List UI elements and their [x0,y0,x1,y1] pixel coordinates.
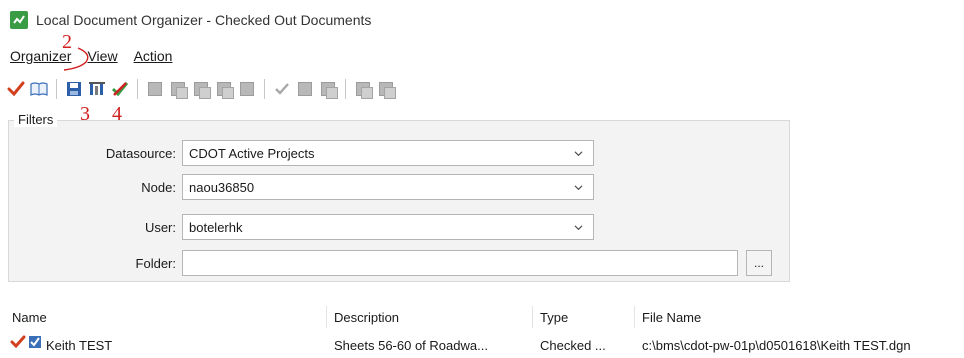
window-title: Local Document Organizer - Checked Out D… [36,12,372,28]
document-icon[interactable] [295,79,315,99]
datasource-row: Datasource: CDOT Active Projects [104,140,594,166]
user-row: User: botelerhk [104,214,594,240]
user-select[interactable]: botelerhk [182,214,594,240]
check-icon[interactable] [6,79,26,99]
row-description: Sheets 56-60 of Roadwa... [334,338,488,353]
folder-field[interactable] [182,250,738,276]
table-row[interactable]: Keith TEST Sheets 56-60 of Roadwa... Che… [0,334,964,356]
toolbar-separator [345,79,346,99]
node-row: Node: naou36850 [104,174,594,200]
browse-button[interactable]: ... [746,250,772,276]
properties-icon[interactable] [87,79,107,99]
column-divider[interactable] [532,306,533,328]
menu-action[interactable]: Action [134,48,173,70]
document-icon[interactable] [168,79,188,99]
document-icon[interactable] [145,79,165,99]
datasource-value: CDOT Active Projects [189,145,315,161]
title-bar: Local Document Organizer - Checked Out D… [0,0,964,40]
annotation-hook [63,47,89,71]
node-label: Node: [141,179,176,195]
check-disabled-icon[interactable] [272,79,292,99]
node-select[interactable]: naou36850 [182,174,594,200]
filters-label: Filters [14,112,58,127]
copy-document-icon[interactable] [191,79,211,99]
app-icon [10,11,28,29]
toolbar [6,76,396,102]
table-header: Name Description Type File Name [0,306,964,328]
column-divider[interactable] [634,306,635,328]
column-header-name[interactable]: Name [12,310,47,325]
chevron-down-icon [574,224,583,230]
row-status-icons [10,334,43,350]
import-icon[interactable] [376,79,396,99]
column-divider[interactable] [326,306,327,328]
datasource-select[interactable]: CDOT Active Projects [182,140,594,166]
column-header-description[interactable]: Description [334,310,399,325]
folder-row: Folder: ... [104,250,772,276]
row-type: Checked ... [540,338,606,353]
datasource-label: Datasource: [105,145,176,161]
chevron-down-icon [574,150,583,156]
column-header-type[interactable]: Type [540,310,568,325]
document-icon[interactable] [237,79,257,99]
uncheck-icon[interactable] [110,79,130,99]
column-header-file-name[interactable]: File Name [642,310,701,325]
toolbar-separator [264,79,265,99]
row-file-name: c:\bms\cdot-pw-01p\d0501618\Keith TEST.d… [642,338,911,353]
toolbar-separator [137,79,138,99]
user-value: botelerhk [189,219,243,235]
folder-label: Folder: [135,255,176,271]
save-icon[interactable] [64,79,84,99]
chevron-down-icon [574,184,583,190]
export-icon[interactable] [353,79,373,99]
checked-out-icon [10,335,26,349]
row-name: Keith TEST [46,338,113,353]
open-book-icon[interactable] [29,79,49,99]
toolbar-separator [56,79,57,99]
user-label: User: [144,219,176,235]
node-value: naou36850 [189,179,255,195]
document-copy-icon[interactable] [318,79,338,99]
copy-document-icon[interactable] [214,79,234,99]
document-check-icon [29,336,41,348]
